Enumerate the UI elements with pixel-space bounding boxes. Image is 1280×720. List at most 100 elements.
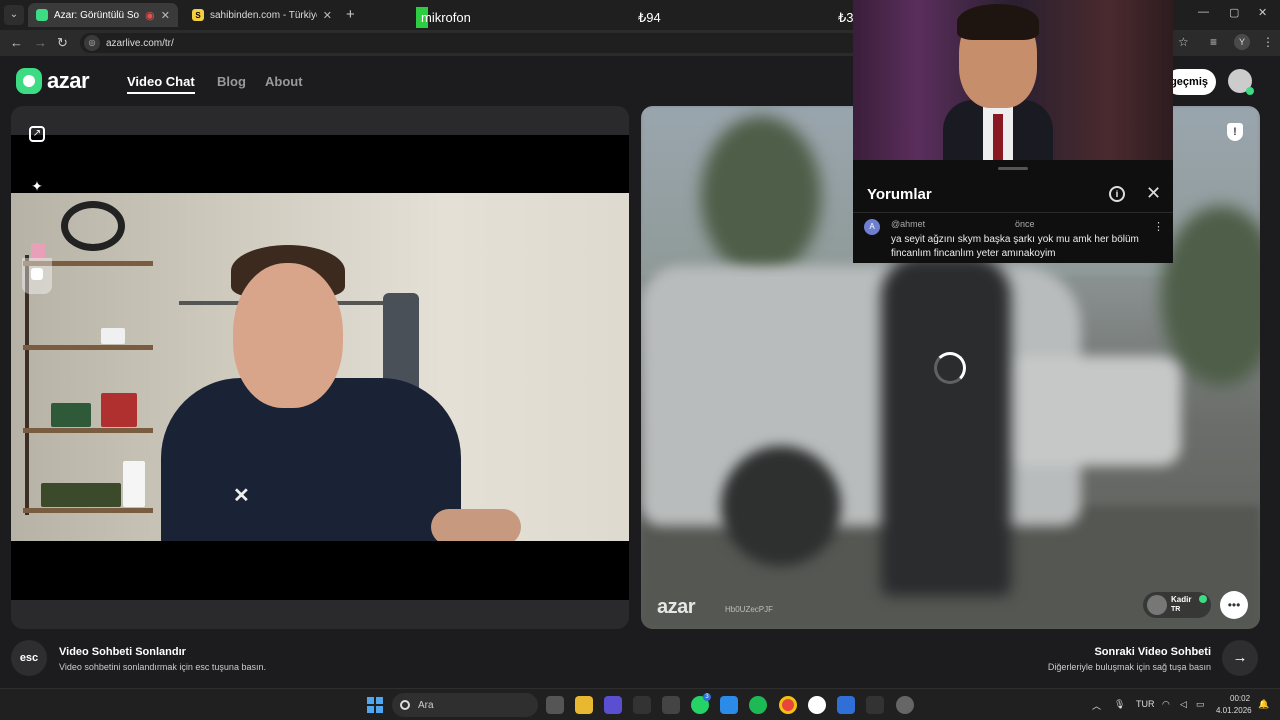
task-view-icon[interactable]	[546, 696, 564, 714]
shelf-item	[41, 483, 121, 507]
comments-title: Yorumlar	[867, 186, 932, 203]
comments-overlay-window: Yorumlar i ✕ A @ahmet önce ya seyit ağzı…	[853, 0, 1173, 263]
arrow-right-icon: →	[1232, 649, 1248, 666]
blurred-wheel	[721, 446, 841, 566]
wifi-icon[interactable]: ◠	[1162, 699, 1170, 710]
shelf-post	[25, 255, 29, 515]
comment-author[interactable]: @ahmet	[891, 219, 925, 229]
peer-country: TR	[1171, 606, 1181, 613]
chat-button[interactable]: •••	[1220, 591, 1248, 619]
tray-chevron-icon[interactable]: ︿	[1092, 699, 1101, 712]
taskbar: Ara 3 ︿ 🎙 TUR ◠ ◁ ▭ 00:02 4.01.2026 🔔	[0, 688, 1280, 720]
next-chat-button[interactable]: →	[1222, 640, 1258, 676]
more-vert-icon[interactable]: ⋮	[1153, 220, 1164, 233]
windows-start-icon[interactable]	[367, 697, 383, 713]
tab-azar[interactable]: Azar: Görüntülü Sohbet & ◉ ✕	[28, 3, 178, 27]
comment-text: ya seyit ağzını skym başka şarkı yok mu …	[891, 234, 1139, 259]
close-icon[interactable]: ✕	[1146, 183, 1161, 204]
end-chat-title: Video Sohbeti Sonlandır	[59, 646, 186, 658]
battery-icon[interactable]: ▭	[1196, 699, 1205, 710]
user-avatar[interactable]	[1228, 69, 1254, 95]
back-icon[interactable]: ←	[10, 35, 23, 50]
divider	[853, 212, 1173, 213]
brand-logo: ✕	[233, 485, 250, 507]
close-tab-icon[interactable]: ✕	[161, 9, 170, 22]
logo-text: azar	[47, 68, 90, 93]
peer-name: Kadir	[1171, 595, 1192, 604]
clock-time[interactable]: 00:02	[1230, 694, 1250, 703]
tab-search-button[interactable]: ⌄	[4, 5, 24, 25]
tab-search-icon[interactable]: ≡	[1210, 35, 1217, 49]
app-icon[interactable]	[866, 696, 884, 714]
close-tab-icon[interactable]: ✕	[323, 9, 332, 22]
mic-label: mikrofon	[421, 10, 471, 25]
azar-watermark: azar	[657, 596, 696, 618]
face-filter-icon	[31, 268, 43, 280]
tab-sahibinden[interactable]: S sahibinden.com - Türkiye'nin O ✕	[184, 3, 340, 27]
reload-icon[interactable]: ↻	[57, 35, 68, 51]
filter-button[interactable]	[22, 258, 52, 294]
blurred-tree	[701, 116, 821, 276]
report-shield-icon[interactable]: !	[1227, 123, 1243, 141]
price-label: ₺94	[638, 10, 661, 25]
file-explorer-icon[interactable]	[575, 696, 593, 714]
video-person-tie	[993, 114, 1003, 160]
nav-video-chat[interactable]: Video Chat	[127, 74, 195, 94]
esc-key-button[interactable]: esc	[11, 640, 47, 676]
clock-date[interactable]: 4.01.2026	[1216, 706, 1252, 715]
steering-wheel	[61, 201, 125, 251]
vscode-icon[interactable]	[720, 696, 738, 714]
nav-about[interactable]: About	[265, 74, 303, 89]
taskbar-search[interactable]: Ara	[392, 693, 538, 717]
info-icon[interactable]: i	[1109, 186, 1125, 202]
shelf	[23, 428, 153, 433]
azar-logo[interactable]: azar	[16, 68, 90, 94]
forward-icon[interactable]: →	[34, 35, 47, 50]
mic-icon[interactable]: 🎙	[1114, 699, 1125, 710]
expand-icon[interactable]: ↗	[29, 126, 45, 142]
maximize-icon[interactable]: ▢	[1229, 6, 1239, 19]
video-person-hair	[957, 4, 1039, 40]
minimize-icon[interactable]: —	[1198, 6, 1209, 18]
menu-dots-icon[interactable]: ⋮	[1262, 35, 1274, 49]
blurred-person	[881, 256, 1011, 596]
language-indicator[interactable]: TUR	[1136, 699, 1155, 709]
shelf-item	[123, 461, 145, 507]
drag-handle[interactable]	[998, 167, 1028, 170]
recorder-icon[interactable]	[896, 696, 914, 714]
price-label: ₺3	[838, 10, 854, 25]
comment-avatar[interactable]: A	[864, 219, 880, 235]
todo-icon[interactable]	[837, 696, 855, 714]
volume-icon[interactable]: ◁	[1180, 699, 1187, 710]
nav-blog[interactable]: Blog	[217, 74, 246, 89]
verified-icon	[1199, 595, 1207, 603]
app-icon[interactable]	[604, 696, 622, 714]
peer-info-badge[interactable]: Kadir TR	[1143, 592, 1211, 618]
chrome-icon[interactable]	[779, 696, 797, 714]
address-field[interactable]: ◎ azarlive.com/tr/	[80, 33, 860, 53]
shelf	[23, 508, 153, 513]
close-window-icon[interactable]: ✕	[1258, 6, 1267, 19]
tab-title: Azar: Görüntülü Sohbet &	[54, 9, 140, 21]
peer-avatar	[1147, 595, 1167, 615]
blurred-car	[1001, 356, 1181, 466]
new-tab-button[interactable]: +	[346, 6, 355, 23]
spotify-icon[interactable]	[749, 696, 767, 714]
shelf-item	[31, 243, 45, 259]
url-text: azarlive.com/tr/	[106, 37, 174, 49]
next-chat-subtitle: Diğerleriyle buluşmak için sağ tuşa bası…	[1047, 662, 1211, 672]
effects-sparkle-icon[interactable]: ✦	[29, 178, 45, 194]
history-button[interactable]: geçmiş	[1166, 69, 1216, 95]
bookmark-star-icon[interactable]: ☆	[1178, 35, 1189, 49]
profile-avatar[interactable]: Y	[1234, 34, 1250, 50]
notification-bell-icon[interactable]: 🔔	[1258, 699, 1269, 710]
apple-tv-icon[interactable]	[633, 696, 651, 714]
self-video-panel: ✕	[11, 106, 629, 629]
chatgpt-icon[interactable]	[808, 696, 826, 714]
watermark-id: Hb0UZecPJF	[725, 605, 774, 614]
overlay-video	[853, 0, 1173, 160]
site-info-icon[interactable]: ◎	[84, 35, 100, 51]
comment-time: önce	[1015, 219, 1035, 229]
self-camera-feed: ✕	[11, 193, 629, 541]
notion-icon[interactable]	[662, 696, 680, 714]
